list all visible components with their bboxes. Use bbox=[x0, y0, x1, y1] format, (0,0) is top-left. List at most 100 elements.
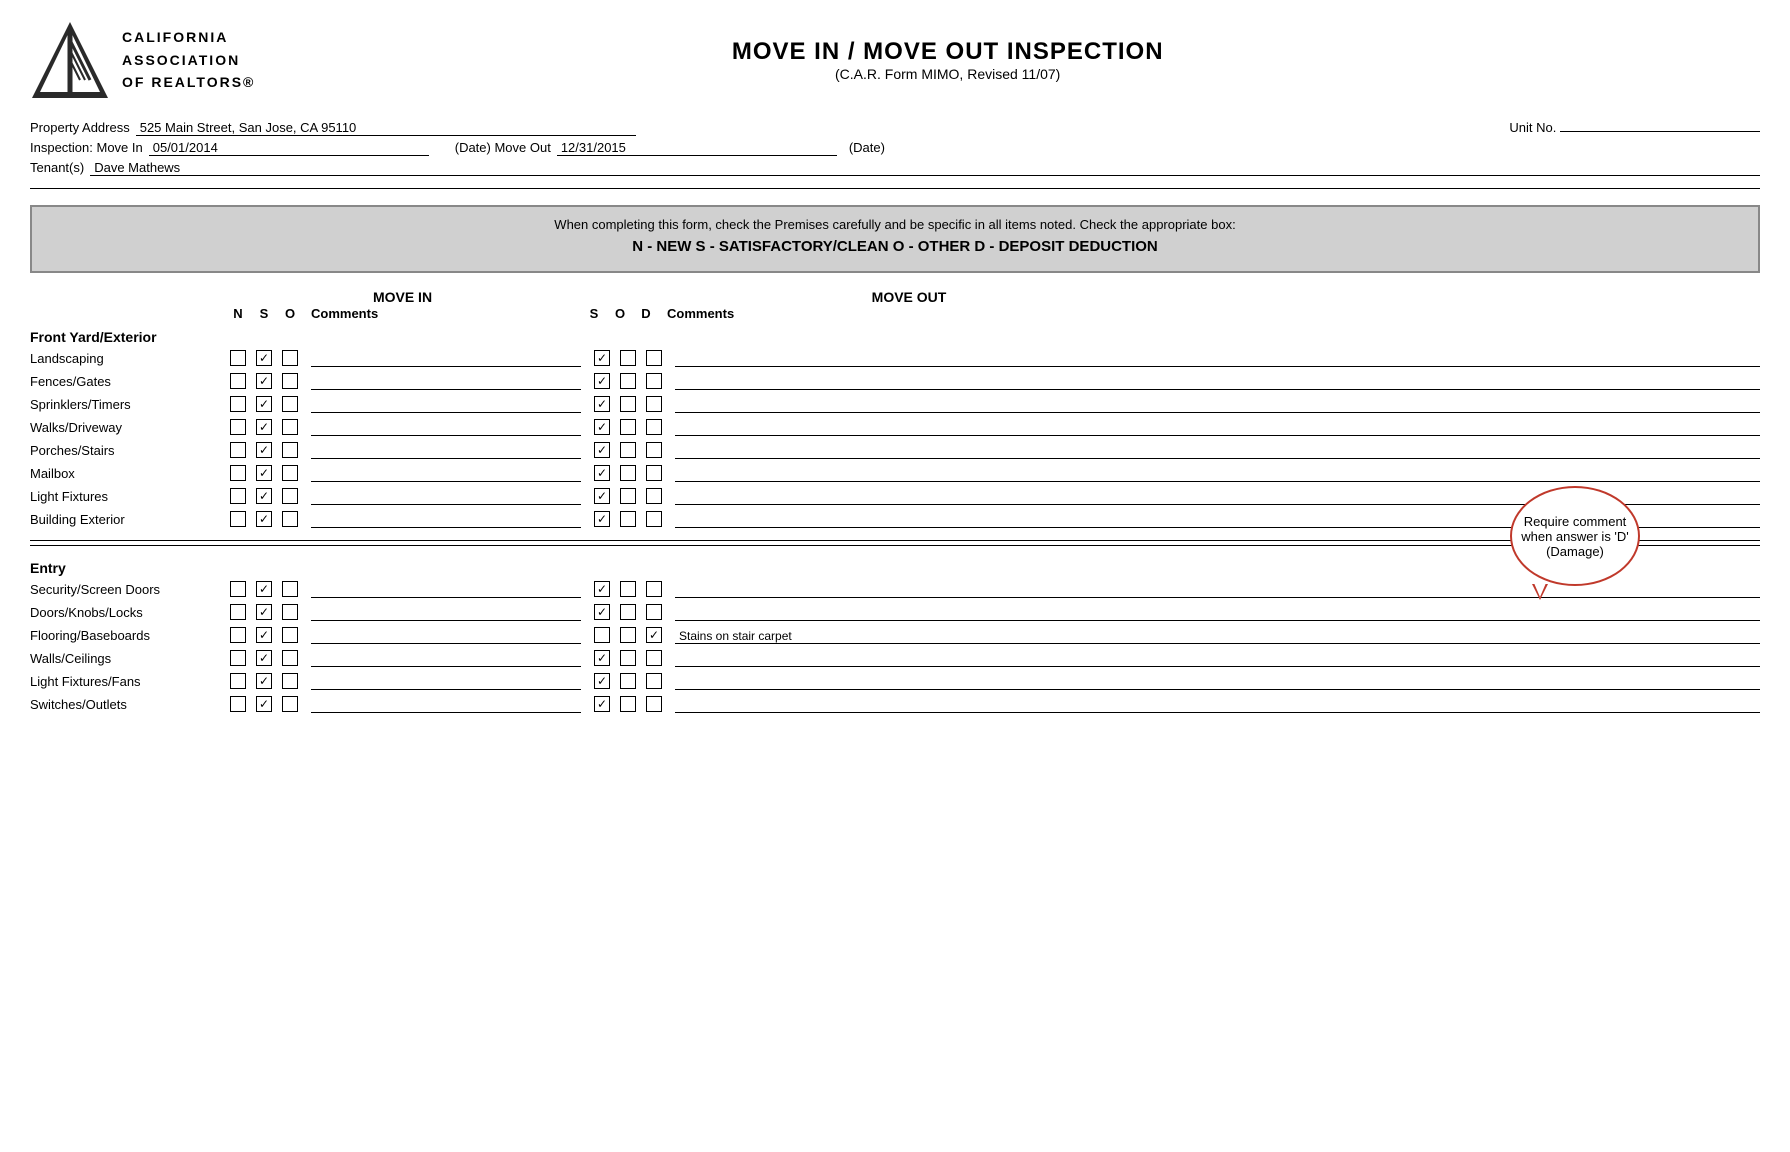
checkbox-mi_s[interactable] bbox=[256, 511, 272, 527]
checkbox-mo_s[interactable] bbox=[594, 604, 610, 620]
page-header: CALIFORNIA ASSOCIATION OF REALTORS® MOVE… bbox=[30, 20, 1760, 100]
checkbox-mi_s[interactable] bbox=[256, 488, 272, 504]
checkbox-mo_s[interactable] bbox=[594, 419, 610, 435]
checkbox-mi_o[interactable] bbox=[282, 650, 298, 666]
table-row: Walls/Ceilings bbox=[30, 647, 1760, 669]
checkbox-mo_o[interactable] bbox=[620, 465, 636, 481]
checkbox-mi_n[interactable] bbox=[230, 419, 246, 435]
checkbox-mi_n[interactable] bbox=[230, 696, 246, 712]
checkbox-mo_d[interactable] bbox=[646, 696, 662, 712]
checkbox-mo_s[interactable] bbox=[594, 350, 610, 366]
checkbox-mo_s[interactable] bbox=[594, 650, 610, 666]
row-label: Walks/Driveway bbox=[30, 420, 225, 435]
checkbox-mi_s[interactable] bbox=[256, 442, 272, 458]
checkbox-mo_d[interactable] bbox=[646, 442, 662, 458]
checkbox-mi_s[interactable] bbox=[256, 350, 272, 366]
checkbox-mi_n[interactable] bbox=[230, 673, 246, 689]
checkbox-mo_d[interactable] bbox=[646, 511, 662, 527]
checkbox-mo_s[interactable] bbox=[594, 581, 610, 597]
row-label: Mailbox bbox=[30, 466, 225, 481]
checkbox-mo_o[interactable] bbox=[620, 673, 636, 689]
row-label: Light Fixtures/Fans bbox=[30, 674, 225, 689]
checkbox-mi_o[interactable] bbox=[282, 673, 298, 689]
row-label: Flooring/Baseboards bbox=[30, 628, 225, 643]
checkbox-mo_o[interactable] bbox=[620, 581, 636, 597]
checkbox-mo_s[interactable] bbox=[594, 373, 610, 389]
checkbox-mi_s[interactable] bbox=[256, 465, 272, 481]
checkbox-mo_d[interactable] bbox=[646, 650, 662, 666]
checkbox-mi_s[interactable] bbox=[256, 673, 272, 689]
checkbox-mo_o[interactable] bbox=[620, 488, 636, 504]
checkbox-mi_n[interactable] bbox=[230, 350, 246, 366]
checkbox-mi_o[interactable] bbox=[282, 696, 298, 712]
checkbox-mi_o[interactable] bbox=[282, 465, 298, 481]
checkbox-mo_d[interactable] bbox=[646, 581, 662, 597]
checkbox-mi_n[interactable] bbox=[230, 650, 246, 666]
checkbox-mi_o[interactable] bbox=[282, 627, 298, 643]
checkbox-mo_d[interactable] bbox=[646, 373, 662, 389]
checkbox-mi_o[interactable] bbox=[282, 350, 298, 366]
checkbox-mo_o[interactable] bbox=[620, 604, 636, 620]
checkbox-mo_d[interactable] bbox=[646, 604, 662, 620]
checkbox-mi_n[interactable] bbox=[230, 627, 246, 643]
checkbox-mo_s[interactable] bbox=[594, 488, 610, 504]
inspection-table: MOVE IN MOVE OUT N S O Comments S O D Co… bbox=[30, 289, 1760, 715]
checkbox-mo_s[interactable] bbox=[594, 673, 610, 689]
checkbox-mo_d[interactable] bbox=[646, 350, 662, 366]
checkbox-mi_s[interactable] bbox=[256, 604, 272, 620]
checkbox-mo_o[interactable] bbox=[620, 396, 636, 412]
checkbox-mo_d[interactable] bbox=[646, 488, 662, 504]
checkbox-mo_o[interactable] bbox=[620, 442, 636, 458]
checkbox-mi_n[interactable] bbox=[230, 465, 246, 481]
checkbox-mo_d[interactable] bbox=[646, 673, 662, 689]
checkbox-mo_o[interactable] bbox=[620, 511, 636, 527]
checkbox-mo_s[interactable] bbox=[594, 396, 610, 412]
checkbox-mi_n[interactable] bbox=[230, 488, 246, 504]
checkbox-mi_o[interactable] bbox=[282, 396, 298, 412]
checkbox-mi_s[interactable] bbox=[256, 696, 272, 712]
checkbox-mo_d[interactable] bbox=[646, 396, 662, 412]
checkbox-mo_s[interactable] bbox=[594, 442, 610, 458]
checkbox-mi_n[interactable] bbox=[230, 581, 246, 597]
checkbox-mo_o[interactable] bbox=[620, 350, 636, 366]
checkbox-mi_o[interactable] bbox=[282, 604, 298, 620]
checkbox-mi_s[interactable] bbox=[256, 650, 272, 666]
checkbox-mo_s[interactable] bbox=[594, 511, 610, 527]
checkbox-mo_d[interactable] bbox=[646, 465, 662, 481]
checkbox-mo_s[interactable] bbox=[594, 696, 610, 712]
table-row: Switches/Outlets bbox=[30, 693, 1760, 715]
checkbox-mo_o[interactable] bbox=[620, 627, 636, 643]
row-label: Landscaping bbox=[30, 351, 225, 366]
checkbox-mi_s[interactable] bbox=[256, 627, 272, 643]
checkbox-mi_n[interactable] bbox=[230, 604, 246, 620]
checkbox-mo_d[interactable] bbox=[646, 627, 662, 643]
col-mo-comments-header: Comments bbox=[659, 306, 1760, 321]
checkbox-mi_o[interactable] bbox=[282, 442, 298, 458]
checkbox-mi_s[interactable] bbox=[256, 396, 272, 412]
checkbox-mi_s[interactable] bbox=[256, 373, 272, 389]
checkbox-mi_n[interactable] bbox=[230, 373, 246, 389]
checkbox-mi_o[interactable] bbox=[282, 511, 298, 527]
checkbox-mo_o[interactable] bbox=[620, 696, 636, 712]
checkbox-mi_o[interactable] bbox=[282, 581, 298, 597]
checkbox-mi_n[interactable] bbox=[230, 511, 246, 527]
checkbox-mo_o[interactable] bbox=[620, 419, 636, 435]
move-out-comment bbox=[675, 672, 1760, 690]
checkbox-mi_o[interactable] bbox=[282, 419, 298, 435]
checkbox-mo_o[interactable] bbox=[620, 650, 636, 666]
checkbox-mi_s[interactable] bbox=[256, 419, 272, 435]
checkbox-mi_n[interactable] bbox=[230, 396, 246, 412]
move-in-date: 05/01/2014 bbox=[149, 140, 429, 156]
checkbox-mi_n[interactable] bbox=[230, 442, 246, 458]
checkbox-mo_s[interactable] bbox=[594, 465, 610, 481]
checkbox-mo_o[interactable] bbox=[620, 373, 636, 389]
date-label2: (Date) bbox=[849, 140, 885, 155]
checkbox-mi_o[interactable] bbox=[282, 488, 298, 504]
unit-label: Unit No. bbox=[1509, 120, 1556, 135]
checkbox-mo_s[interactable] bbox=[594, 627, 610, 643]
checkbox-mo_d[interactable] bbox=[646, 419, 662, 435]
section-title-0: Front Yard/Exterior bbox=[30, 323, 1760, 347]
checkbox-mi_s[interactable] bbox=[256, 581, 272, 597]
checkbox-mi_o[interactable] bbox=[282, 373, 298, 389]
move-in-group-title: MOVE IN bbox=[225, 289, 580, 305]
